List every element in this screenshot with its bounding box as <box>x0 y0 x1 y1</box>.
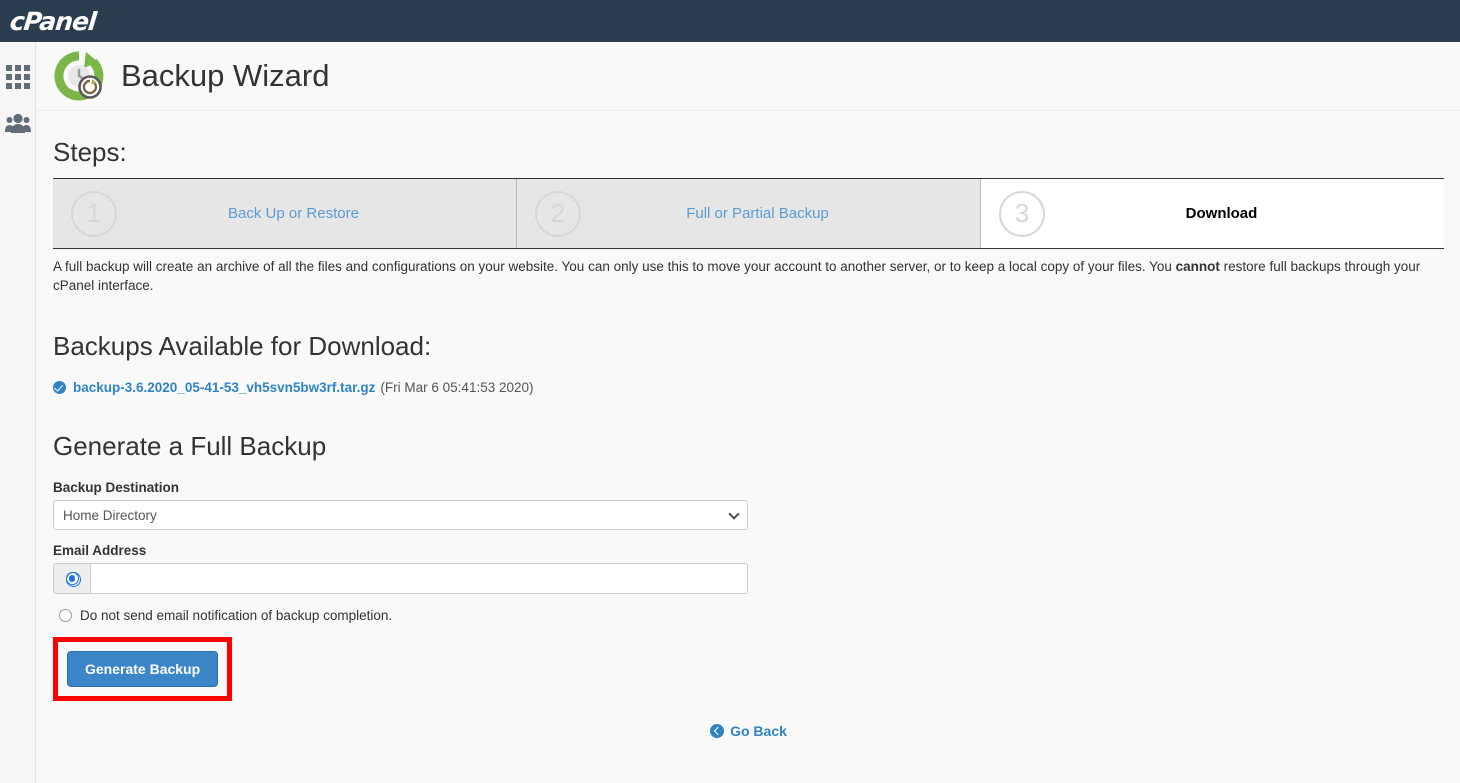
description-emphasis: cannot <box>1175 259 1220 274</box>
back-arrow-icon <box>710 724 725 738</box>
step-1-number: 1 <box>71 190 117 237</box>
generate-backup-button[interactable]: Generate Backup <box>67 651 219 687</box>
check-circle-icon <box>53 381 66 394</box>
backup-list-item: backup-3.6.2020_05-41-53_vh5svn5bw3rf.ta… <box>53 380 1444 395</box>
sidebar-item-apps[interactable] <box>0 54 36 100</box>
email-radio-addon[interactable] <box>53 563 90 594</box>
page-header: Backup Wizard <box>37 42 1460 111</box>
no-email-radio[interactable] <box>59 609 72 622</box>
sidebar-item-user-manager[interactable] <box>0 100 36 146</box>
generate-backup-annotation-box: Generate Backup <box>53 637 233 701</box>
no-email-notification-row[interactable]: Do not send email notification of backup… <box>53 608 1444 623</box>
step-1-back-up-or-restore[interactable]: 1 Back Up or Restore <box>53 179 517 248</box>
apps-grid-icon <box>6 65 30 89</box>
backup-destination-select[interactable]: Home Directory <box>53 500 748 530</box>
step-3-download[interactable]: 3 Download <box>981 179 1444 248</box>
email-address-input[interactable] <box>90 563 748 594</box>
step-2-label[interactable]: Full or Partial Backup <box>581 205 980 222</box>
send-email-radio[interactable] <box>65 572 81 587</box>
backup-file-date: (Fri Mar 6 05:41:53 2020) <box>380 380 534 395</box>
full-backup-description: A full backup will create an archive of … <box>53 257 1444 295</box>
email-input-group <box>53 563 748 594</box>
top-navbar: cPanel <box>0 0 1460 42</box>
main-content: Backup Wizard Steps: 1 Back Up or Restor… <box>37 42 1460 783</box>
step-1-label[interactable]: Back Up or Restore <box>117 205 516 222</box>
steps-bar: 1 Back Up or Restore 2 Full or Partial B… <box>53 179 1444 249</box>
description-part-1: A full backup will create an archive of … <box>53 259 1176 274</box>
users-icon <box>5 113 31 133</box>
left-sidebar <box>0 42 36 783</box>
step-2-number: 2 <box>535 190 581 237</box>
email-address-label: Email Address <box>53 543 147 558</box>
no-email-label: Do not send email notification of backup… <box>80 608 393 623</box>
go-back-label: Go Back <box>730 723 787 739</box>
backup-destination-label: Backup Destination <box>53 480 180 495</box>
steps-heading: Steps: <box>53 137 127 167</box>
step-3-label: Download <box>1185 205 1258 222</box>
go-back-row: Go Back <box>53 723 1444 739</box>
backup-destination-select-wrap: Home Directory <box>53 500 748 530</box>
step-3-number: 3 <box>999 190 1045 237</box>
step-2-full-or-partial-backup[interactable]: 2 Full or Partial Backup <box>517 179 981 248</box>
backup-wizard-icon <box>53 50 105 102</box>
backup-file-link[interactable]: backup-3.6.2020_05-41-53_vh5svn5bw3rf.ta… <box>73 380 375 395</box>
cpanel-logo[interactable]: cPanel <box>8 7 97 36</box>
page-title: Backup Wizard <box>121 58 330 93</box>
generate-full-backup-title: Generate a Full Backup <box>53 431 327 461</box>
backups-available-title: Backups Available for Download: <box>53 331 432 361</box>
go-back-link[interactable]: Go Back <box>710 723 787 739</box>
